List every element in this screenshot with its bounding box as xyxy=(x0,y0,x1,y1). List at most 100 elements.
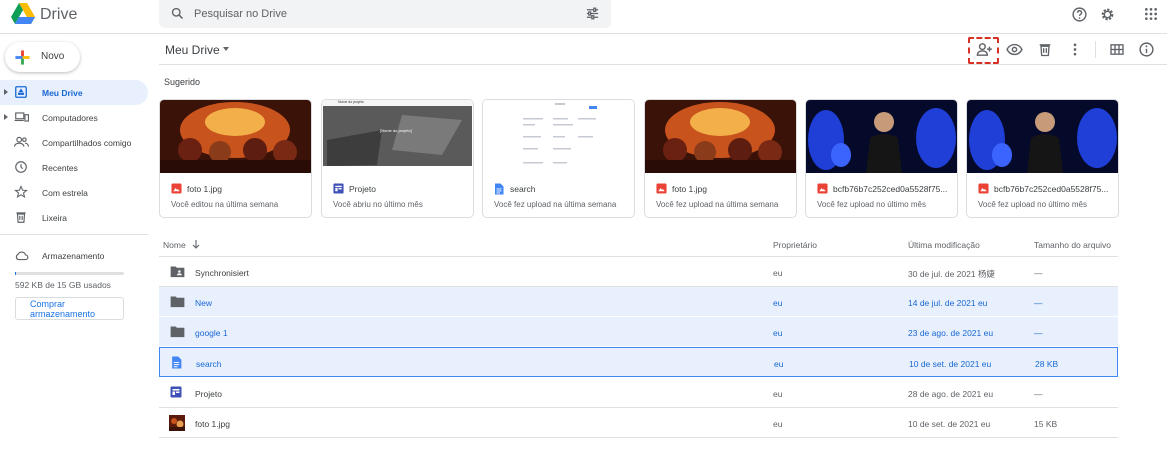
column-modified-header[interactable]: Última modificação xyxy=(908,240,980,250)
storage-label: Armazenamento xyxy=(42,251,105,261)
card-description: Você fez upload na última semana xyxy=(656,200,779,209)
photo-thumbnail-image xyxy=(806,100,957,173)
column-owner-header[interactable]: Proprietário xyxy=(773,240,817,250)
row-size: — xyxy=(1034,298,1043,308)
document-thumbnail-image xyxy=(483,100,634,173)
clock-icon xyxy=(15,161,27,173)
card-name: foto 1.jpg xyxy=(187,184,222,194)
table-row[interactable]: Projeto eu 28 de ago. de 2021 eu — xyxy=(159,378,1118,408)
expand-arrow-icon[interactable] xyxy=(4,89,8,95)
image-thumb-icon xyxy=(169,415,185,431)
drive-logo-icon[interactable] xyxy=(11,3,35,25)
sidebar-item-shared[interactable]: Compartilhados comigo xyxy=(0,130,148,155)
preview-eye-icon[interactable] xyxy=(1006,41,1023,58)
buy-storage-button[interactable]: Comprar armazenamento xyxy=(15,297,124,320)
card-name: foto 1.jpg xyxy=(672,184,707,194)
sidebar-item-recent[interactable]: Recentes xyxy=(0,155,148,180)
thumb-site-banner-text: [Nome do projeto] xyxy=(380,128,412,133)
more-vert-icon[interactable] xyxy=(1067,41,1083,58)
header-separator xyxy=(1095,41,1096,58)
sidebar-item-my-drive[interactable]: Meu Drive xyxy=(0,80,148,105)
sidebar-item-label: Recentes xyxy=(42,163,78,173)
suggested-card[interactable]: foto 1.jpg Você editou na última semana xyxy=(159,99,312,218)
computer-icon xyxy=(14,112,29,122)
card-thumbnail: Nome do projeto [Nome do projeto] xyxy=(322,100,473,173)
sidebar-item-label: Com estrela xyxy=(42,188,88,198)
suggested-card[interactable]: Nome do projeto [Nome do projeto] Projet… xyxy=(321,99,474,218)
storage-used-text: 592 KB de 15 GB usados xyxy=(15,280,111,290)
column-size-header[interactable]: Tamanho do arquivo xyxy=(1034,240,1111,250)
card-description: Você abriu no último mês xyxy=(333,200,423,209)
storage-progress-bar xyxy=(15,272,124,275)
row-size: — xyxy=(1034,268,1043,278)
poster-thumbnail-image xyxy=(645,100,796,173)
thumb-site-header-text: Nome do projeto xyxy=(338,100,364,104)
form-icon xyxy=(333,183,344,194)
column-name-header[interactable]: Nome xyxy=(163,240,186,250)
suggested-card[interactable]: foto 1.jpg Você fez upload na última sem… xyxy=(644,99,797,218)
app-name: Drive xyxy=(40,6,78,23)
row-modified: 10 de set. de 2021 eu xyxy=(909,359,992,369)
sidebar-item-starred[interactable]: Com estrela xyxy=(0,180,148,205)
row-name: New xyxy=(195,298,213,308)
table-row[interactable]: Synchronisiert eu 30 de jul. de 2021 杨婕 … xyxy=(159,257,1118,287)
row-size: — xyxy=(1034,389,1043,399)
expand-arrow-icon[interactable] xyxy=(4,114,8,120)
new-button-label: Novo xyxy=(41,51,65,62)
image-icon xyxy=(656,183,667,194)
row-name: Synchronisiert xyxy=(195,268,249,278)
apps-grid-icon[interactable] xyxy=(1143,6,1159,22)
folder-icon xyxy=(170,326,185,338)
chevron-down-icon[interactable] xyxy=(223,47,229,51)
grid-view-icon[interactable] xyxy=(1109,41,1125,58)
help-icon[interactable] xyxy=(1071,6,1088,23)
sidebar-item-label: Lixeira xyxy=(42,213,68,223)
row-owner: eu xyxy=(773,328,783,338)
table-row[interactable]: New eu 14 de jul. de 2021 eu — xyxy=(159,287,1118,317)
suggested-card[interactable]: search Você fez upload na última semana xyxy=(482,99,635,218)
row-modified: 10 de set. de 2021 eu xyxy=(908,419,991,429)
share-add-person-icon[interactable] xyxy=(976,41,993,58)
card-thumbnail xyxy=(806,100,957,173)
settings-gear-icon[interactable] xyxy=(1099,6,1116,23)
sidebar-item-label: Meu Drive xyxy=(42,88,83,98)
folder-icon xyxy=(170,296,185,308)
new-button[interactable]: Novo xyxy=(5,42,80,72)
form-icon xyxy=(170,386,182,398)
sidebar-divider xyxy=(0,234,148,235)
sort-arrow-down-icon[interactable] xyxy=(191,239,201,250)
row-owner: eu xyxy=(773,268,783,278)
search-bar[interactable]: Pesquisar no Drive xyxy=(159,0,611,28)
sidebar-item-label: Compartilhados comigo xyxy=(42,138,132,148)
table-row[interactable]: google 1 eu 23 de ago. de 2021 eu — xyxy=(159,317,1118,347)
row-size: 15 KB xyxy=(1034,419,1058,429)
suggested-card[interactable]: bcfb76b7c252ced0a5528f75... Você fez upl… xyxy=(805,99,958,218)
website-thumbnail-image xyxy=(322,100,473,173)
cloud-icon xyxy=(15,251,29,261)
suggested-card[interactable]: bcfb76b7c252ced0a5528f75... Você fez upl… xyxy=(966,99,1119,218)
delete-trash-icon[interactable] xyxy=(1037,41,1053,58)
sidebar-item-label: Computadores xyxy=(42,113,98,123)
storage-progress-fill xyxy=(15,272,16,275)
my-drive-icon xyxy=(15,86,27,98)
doc-icon xyxy=(172,356,182,369)
search-options-icon[interactable] xyxy=(585,6,600,21)
page-title[interactable]: Meu Drive xyxy=(165,43,220,57)
card-thumbnail xyxy=(160,100,311,173)
search-icon[interactable] xyxy=(170,6,185,21)
doc-icon xyxy=(495,183,504,195)
sidebar-nav: Meu Drive Computadores Compartilhados co… xyxy=(0,80,155,230)
row-modified: 28 de ago. de 2021 eu xyxy=(908,389,994,399)
search-input[interactable]: Pesquisar no Drive xyxy=(194,8,287,20)
card-thumbnail xyxy=(645,100,796,173)
row-name: search xyxy=(196,359,222,369)
sidebar-item-trash[interactable]: Lixeira xyxy=(0,205,148,230)
row-name: foto 1.jpg xyxy=(195,419,230,429)
info-icon[interactable] xyxy=(1138,41,1155,58)
table-row[interactable]: search eu 10 de set. de 2021 eu 28 KB xyxy=(159,347,1118,377)
sidebar-item-computers[interactable]: Computadores xyxy=(0,105,148,130)
table-row[interactable]: foto 1.jpg eu 10 de set. de 2021 eu 15 K… xyxy=(159,408,1118,438)
row-owner: eu xyxy=(773,389,783,399)
image-icon xyxy=(978,183,989,194)
image-icon xyxy=(817,183,828,194)
